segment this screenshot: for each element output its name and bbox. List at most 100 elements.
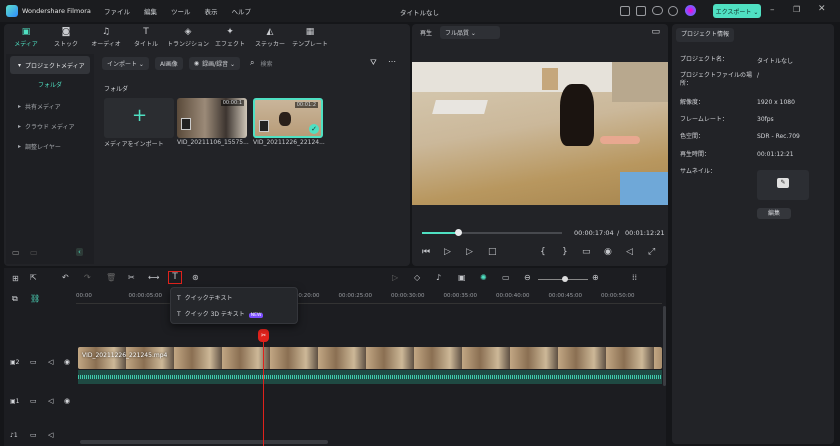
text-icon[interactable]: T [168,271,182,284]
add-track-icon[interactable]: ⧉ [12,294,18,304]
search-input[interactable]: 検索 [261,59,273,68]
display-icon[interactable]: ▭ [582,247,591,257]
sidebar-item-label: 調整レイヤー [25,143,61,151]
play-frame-icon[interactable]: ▷ [444,247,451,257]
new-folder-icon[interactable]: ▭ [12,248,20,257]
import-dropdown[interactable]: インポート ⌄ [102,56,149,70]
play-icon[interactable]: ▷ [466,247,473,257]
link-icon[interactable]: ⛓ [30,294,40,303]
mark-out-icon[interactable]: } [562,247,568,257]
layout-icon[interactable]: ⊞ [12,274,19,283]
quick-text-item[interactable]: T クイックテキスト [177,293,233,302]
eye-icon[interactable]: ◉ [64,358,70,366]
snapshot-icon[interactable]: ▭ [502,273,510,282]
zoom-slider[interactable] [538,276,588,282]
avatar[interactable] [685,5,696,16]
maximize-icon[interactable]: ❐ [793,5,800,14]
menu-edit[interactable]: 編集 [144,6,157,16]
save-icon[interactable] [636,6,646,16]
ai-icon[interactable]: ✺ [480,273,487,282]
sidebar-item-shared[interactable]: ▸ 共有メディア [10,97,90,115]
tab-effect[interactable]: ✦ エフェクト [210,24,250,54]
speaker-icon[interactable]: ◁ [48,397,53,405]
filter-icon[interactable]: ⛛ [370,58,377,68]
thumbnail-box[interactable]: ✎ [757,170,809,200]
tab-transition[interactable]: ◈ トランジション [166,24,210,54]
support-icon[interactable] [668,6,678,16]
edit-button[interactable]: 編集 [757,208,791,219]
zoom-in-icon[interactable]: ⊕ [592,273,599,282]
shield-icon[interactable]: ◇ [414,273,420,282]
sidebar-item-adjust[interactable]: ▸ 調整レイヤー [10,137,90,155]
audio-waveform[interactable] [78,370,662,384]
mark-in-icon[interactable]: { [540,247,546,257]
cloud-icon[interactable] [652,6,663,15]
volume-icon[interactable]: ◁ [626,247,633,257]
timeline-ruler[interactable]: 00:0000:00:05:0000:00:10:0000:00:15:0000… [76,290,662,304]
video-clip[interactable]: VID_20211226_221245.mp4 [78,347,662,369]
menu-file[interactable]: ファイル [104,6,130,16]
export-button[interactable]: エクスポート ⌄ [713,4,761,18]
ai-image-button[interactable]: AI画像 [154,56,183,70]
tab-audio[interactable]: ♫ オーディオ [86,24,126,54]
undo-icon[interactable]: ↶ [62,273,69,282]
tab-label: エフェクト [214,41,245,48]
more-icon[interactable]: ⋯ [388,57,396,66]
delete-icon[interactable]: 🗑 [106,273,116,282]
audio-split-icon[interactable]: ⟷ [148,273,159,282]
folder-icon[interactable]: ▭ [30,397,37,405]
folder-icon[interactable]: ▭ [30,431,37,439]
quick-3d-text-item[interactable]: T クイック 3D テキスト NEW [177,309,264,318]
info-value: 00:01:12:21 [757,151,794,158]
playhead-scissors-icon[interactable]: ✂ [258,329,269,342]
prev-frame-icon[interactable]: ⏮ [422,247,430,257]
ruler-tick: 00:00:50:00 [601,293,635,299]
stop-icon[interactable]: □ [488,247,497,257]
sidebar-item-cloud[interactable]: ▸ クラウド メディア [10,117,90,135]
sidebar-folder[interactable]: フォルダ [6,80,94,89]
eye-icon[interactable]: ◉ [64,397,70,405]
clip-thumbnail-2[interactable]: 00:01:2 ✓ [253,98,323,138]
speaker-icon[interactable]: ◁ [48,431,53,439]
horizontal-scrollbar[interactable] [80,440,328,444]
cut-icon[interactable]: ✂ [128,273,135,282]
tab-title[interactable]: T タイトル [126,24,166,54]
zoom-knob[interactable] [562,276,568,282]
mic-icon[interactable]: ♪ [436,273,441,282]
sidebar-item-label: クラウド メディア [25,123,75,131]
close-icon[interactable]: ✕ [818,4,826,14]
sticker-icon[interactable]: ▣ [458,273,466,282]
minimize-icon[interactable]: – [770,5,775,15]
zoom-out-icon[interactable]: ⊖ [524,273,531,282]
record-dropdown[interactable]: ◉ 録画/録音 ⌄ [188,56,241,70]
menu-tools[interactable]: ツール [171,6,191,16]
tab-template[interactable]: ▦ テンプレート [290,24,330,54]
playback-slider[interactable] [422,232,562,234]
menu-view[interactable]: 表示 [205,6,218,16]
quality-dropdown[interactable]: フル品質 ⌄ [440,25,501,39]
ai-text-icon[interactable]: ⊛ [192,273,199,282]
import-media-tile[interactable]: + [104,98,174,138]
collapse-icon[interactable]: ‹ [76,248,83,256]
clip-thumbnail-1[interactable]: 00:00:1 [177,98,247,138]
monitor-icon[interactable] [620,6,630,16]
tab-sticker[interactable]: ◭ ステッカー [250,24,290,54]
video-preview[interactable] [412,62,668,205]
camera-icon[interactable]: ◉ [604,247,612,257]
screenshot-icon[interactable]: ▭ [651,27,660,37]
menu-item-label: クイックテキスト [184,295,233,302]
select-icon[interactable]: ⇱ [30,273,37,282]
tab-stock[interactable]: ◙ ストック [46,24,86,54]
tab-project-info[interactable]: プロジェクト情報 [676,28,735,42]
folder-icon[interactable]: ▭ [30,248,38,257]
speaker-icon[interactable]: ◁ [48,358,53,366]
menu-help[interactable]: ヘルプ [232,6,252,16]
sidebar-item-project-media[interactable]: ▾ プロジェクトメディア [10,56,90,74]
folder-icon[interactable]: ▭ [30,358,37,366]
vertical-scrollbar[interactable] [663,306,666,386]
redo-icon[interactable]: ↷ [84,273,91,282]
grid-icon[interactable]: ⁞⁞ [632,273,637,282]
tab-media[interactable]: ▣ メディア [6,24,46,54]
render-icon[interactable]: ▷ [392,273,398,282]
fullscreen-icon[interactable]: ⤢ [648,247,655,257]
